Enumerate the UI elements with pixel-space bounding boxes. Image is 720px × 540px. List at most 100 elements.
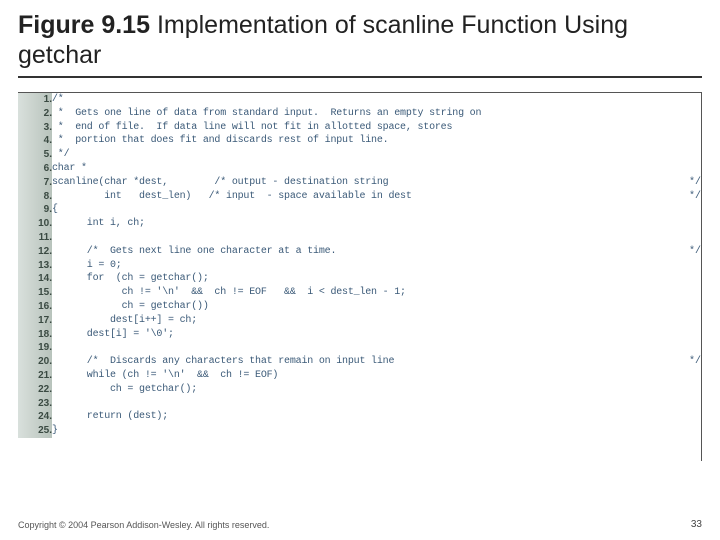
code-text: */: [52, 148, 665, 162]
code-right: [665, 121, 701, 135]
code-right: [665, 286, 701, 300]
line-number: 10.: [18, 217, 52, 231]
code-line: 11.: [18, 231, 701, 245]
code-right: [665, 300, 701, 314]
line-number: 18.: [18, 328, 52, 342]
code-right: [665, 410, 701, 424]
code-right: */: [665, 245, 701, 259]
code-line: 5. */: [18, 148, 701, 162]
code-text: /* Discards any characters that remain o…: [52, 355, 665, 369]
code-line: 21. while (ch != '\n' && ch != EOF): [18, 369, 701, 383]
figure-label: Figure 9.15: [18, 11, 150, 39]
code-right: */: [665, 190, 701, 204]
line-number: 6.: [18, 162, 52, 176]
code-right: [665, 93, 701, 107]
code-text: int i, ch;: [52, 217, 665, 231]
code-right: [665, 148, 701, 162]
code-right: [665, 231, 701, 245]
line-number: 12.: [18, 245, 52, 259]
code-text: /* Gets next line one character at a tim…: [52, 245, 665, 259]
code-text: while (ch != '\n' && ch != EOF): [52, 369, 665, 383]
code-text: [52, 397, 665, 411]
code-text: [52, 231, 665, 245]
code-text: dest[i] = '\0';: [52, 328, 665, 342]
code-text: * Gets one line of data from standard in…: [52, 107, 665, 121]
code-text: ch = getchar();: [52, 383, 665, 397]
line-number: 7.: [18, 176, 52, 190]
code-line: 3. * end of file. If data line will not …: [18, 121, 701, 135]
code-line: 24. return (dest);: [18, 410, 701, 424]
code-text: for (ch = getchar();: [52, 272, 665, 286]
code-right: [665, 217, 701, 231]
code-line: 8. int dest_len) /* input - space availa…: [18, 190, 701, 204]
page-number: 33: [691, 519, 702, 530]
code-line: 25.}: [18, 424, 701, 438]
code-right: [665, 314, 701, 328]
title-underline: [18, 76, 702, 78]
code-right: [665, 162, 701, 176]
code-text: return (dest);: [52, 410, 665, 424]
code-text: int dest_len) /* input - space available…: [52, 190, 665, 204]
code-right: [665, 272, 701, 286]
code-line: 7.scanline(char *dest, /* output - desti…: [18, 176, 701, 190]
line-number: 9.: [18, 203, 52, 217]
code-line: 13. i = 0;: [18, 259, 701, 273]
code-line: 1./*: [18, 93, 701, 107]
code-right: */: [665, 176, 701, 190]
code-text: }: [52, 424, 665, 438]
code-text: [52, 341, 665, 355]
code-text: * end of file. If data line will not fit…: [52, 121, 665, 135]
code-line: 4. * portion that does fit and discards …: [18, 134, 701, 148]
code-line: 22. ch = getchar();: [18, 383, 701, 397]
line-number: 5.: [18, 148, 52, 162]
code-right: [665, 134, 701, 148]
line-number: 13.: [18, 259, 52, 273]
line-number: 3.: [18, 121, 52, 135]
code-line: 10. int i, ch;: [18, 217, 701, 231]
code-line: 18. dest[i] = '\0';: [18, 328, 701, 342]
code-line: 15. ch != '\n' && ch != EOF && i < dest_…: [18, 286, 701, 300]
line-number: 11.: [18, 231, 52, 245]
code-line: 9.{: [18, 203, 701, 217]
code-line: 6.char *: [18, 162, 701, 176]
line-number: 19.: [18, 341, 52, 355]
code-line: 17. dest[i++] = ch;: [18, 314, 701, 328]
code-text: ch = getchar()): [52, 300, 665, 314]
copyright-text: Copyright © 2004 Pearson Addison-Wesley.…: [18, 520, 269, 530]
line-number: 16.: [18, 300, 52, 314]
code-right: [665, 328, 701, 342]
line-number: 22.: [18, 383, 52, 397]
line-number: 24.: [18, 410, 52, 424]
code-listing: 1./*2. * Gets one line of data from stan…: [18, 92, 702, 461]
code-text: dest[i++] = ch;: [52, 314, 665, 328]
figure-title: Figure 9.15 Implementation of scanline F…: [0, 0, 720, 74]
code-right: [665, 341, 701, 355]
code-text: * portion that does fit and discards res…: [52, 134, 665, 148]
line-number: 25.: [18, 424, 52, 438]
code-line: 2. * Gets one line of data from standard…: [18, 107, 701, 121]
code-text: {: [52, 203, 665, 217]
code-text: scanline(char *dest, /* output - destina…: [52, 176, 665, 190]
code-text: char *: [52, 162, 665, 176]
line-number: 2.: [18, 107, 52, 121]
code-line: 23.: [18, 397, 701, 411]
code-right: [665, 397, 701, 411]
line-number: 21.: [18, 369, 52, 383]
code-text: i = 0;: [52, 259, 665, 273]
code-table: 1./*2. * Gets one line of data from stan…: [18, 93, 701, 438]
line-number: 23.: [18, 397, 52, 411]
code-text: /*: [52, 93, 665, 107]
code-line: 16. ch = getchar()): [18, 300, 701, 314]
line-number: 8.: [18, 190, 52, 204]
code-right: */: [665, 355, 701, 369]
code-line: 19.: [18, 341, 701, 355]
line-number: 1.: [18, 93, 52, 107]
line-number: 17.: [18, 314, 52, 328]
code-right: [665, 383, 701, 397]
line-number: 15.: [18, 286, 52, 300]
code-line: 14. for (ch = getchar();: [18, 272, 701, 286]
line-number: 4.: [18, 134, 52, 148]
code-right: [665, 259, 701, 273]
code-text: ch != '\n' && ch != EOF && i < dest_len …: [52, 286, 665, 300]
line-number: 14.: [18, 272, 52, 286]
